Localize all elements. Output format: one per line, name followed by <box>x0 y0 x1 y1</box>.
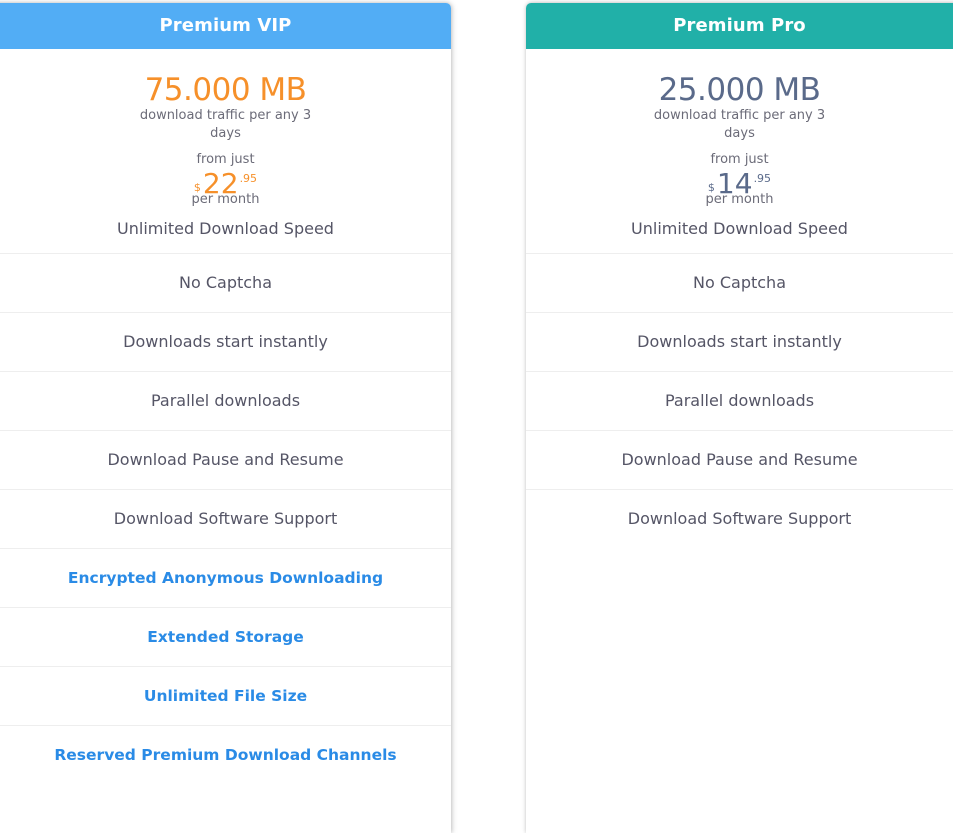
feature-item: No Captcha <box>526 253 953 312</box>
feature-item: Download Pause and Resume <box>526 430 953 489</box>
plan-card-premium-pro: Premium Pro 25.000 MB download traffic p… <box>526 3 953 833</box>
feature-item: Download Software Support <box>526 489 953 548</box>
feature-item-exclusive: Extended Storage <box>0 607 451 666</box>
plan-card-premium-vip: Premium VIP 75.000 MB download traffic p… <box>0 3 451 833</box>
feature-item: Download Pause and Resume <box>0 430 451 489</box>
traffic-description: download traffic per any 3 days <box>653 108 826 141</box>
traffic-amount: 25.000 MB <box>658 72 821 108</box>
plan-summary: 25.000 MB download traffic per any 3 day… <box>526 49 953 208</box>
price: $14.95 <box>526 167 953 198</box>
plan-title: Premium Pro <box>526 3 953 49</box>
feature-item: Download Software Support <box>0 489 451 548</box>
feature-list: Unlimited Download Speed No Captcha Down… <box>0 205 451 784</box>
traffic-description: download traffic per any 3 days <box>139 108 312 141</box>
feature-item: Parallel downloads <box>0 371 451 430</box>
plan-summary: 75.000 MB download traffic per any 3 day… <box>0 49 451 208</box>
from-label: from just <box>710 152 769 167</box>
feature-item-exclusive: Unlimited File Size <box>0 666 451 725</box>
plan-title: Premium VIP <box>0 3 451 49</box>
feature-item: Unlimited Download Speed <box>117 219 334 238</box>
from-label: from just <box>196 152 255 167</box>
feature-item: Downloads start instantly <box>526 312 953 371</box>
price: $22.95 <box>0 167 451 198</box>
feature-item: Unlimited Download Speed <box>631 219 848 238</box>
feature-item: Parallel downloads <box>526 371 953 430</box>
traffic-amount: 75.000 MB <box>144 72 307 108</box>
feature-list: Unlimited Download Speed No Captcha Down… <box>526 205 953 548</box>
price-decimal: .95 <box>753 172 772 185</box>
feature-item: No Captcha <box>0 253 451 312</box>
price-decimal: .95 <box>239 172 258 185</box>
feature-item-exclusive: Reserved Premium Download Channels <box>0 725 451 784</box>
feature-item-exclusive: Encrypted Anonymous Downloading <box>0 548 451 607</box>
feature-item: Downloads start instantly <box>0 312 451 371</box>
